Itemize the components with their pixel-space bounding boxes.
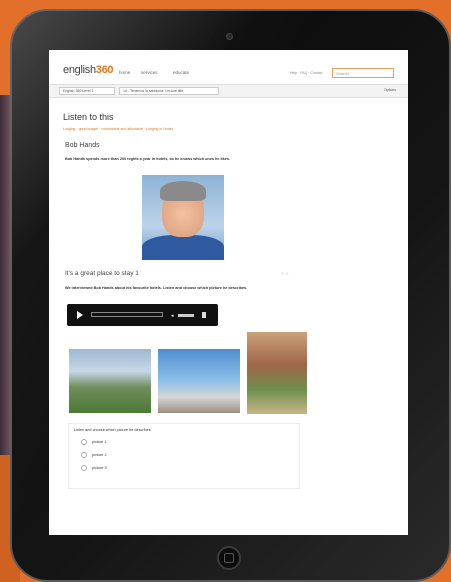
section-text-bob: Bob Hands spends more than 200 nights a … [65, 157, 230, 161]
nav-item-educate[interactable]: educate [173, 70, 189, 75]
radio-button[interactable] [81, 465, 87, 471]
play-icon[interactable] [77, 311, 83, 319]
hotel-picture-3 [247, 332, 307, 414]
hotel-picture-2 [158, 349, 240, 413]
radio-button[interactable] [81, 439, 87, 445]
search-input[interactable]: Search [332, 68, 394, 78]
top-navigation-bar: english360 home services educate Help · … [49, 50, 408, 85]
home-square-icon [224, 553, 234, 563]
tab-course[interactable]: English 360 Level 1 [59, 87, 115, 95]
tab-bar: English 360 Level 1 10 - Tenemos la sabi… [49, 85, 408, 98]
breadcrumb[interactable]: Lodging · great budget · comfortable and… [63, 127, 173, 131]
site-logo[interactable]: english360 [63, 64, 114, 76]
volume-icon[interactable]: ◂ [171, 313, 174, 319]
fullscreen-icon[interactable] [202, 312, 206, 318]
volume-slider[interactable] [178, 314, 194, 317]
radio-button[interactable] [81, 452, 87, 458]
nav-item-services[interactable]: services [141, 70, 158, 75]
page-title: Listen to this [63, 112, 114, 122]
edit-icon[interactable]: ✎ ✕ [281, 271, 289, 276]
tablet-screen: english360 home services educate Help · … [49, 50, 408, 535]
nav-item-home[interactable]: home [119, 70, 130, 75]
bob-hands-photo [142, 175, 224, 260]
hotel-picture-1 [69, 349, 151, 413]
audio-player: ◂ [67, 304, 218, 326]
section-text-stay: We interviewed Bob Hands about his favou… [65, 286, 248, 290]
tab-lesson[interactable]: 10 - Tenemos la sabiduría: Lecture title [119, 87, 219, 95]
utility-links[interactable]: Help · FAQ · Contact [290, 71, 322, 75]
section-heading-stay: It's a great place to stay 1 [65, 270, 139, 277]
camera-icon [226, 33, 233, 40]
audio-progress-bar[interactable] [91, 312, 163, 317]
quiz-question: Listen and choose which picture he descr… [74, 428, 151, 432]
quiz-panel: Listen and choose which picture he descr… [68, 423, 300, 489]
section-heading-bob: Bob Hands [65, 142, 100, 149]
options-menu[interactable]: Options [384, 88, 396, 92]
